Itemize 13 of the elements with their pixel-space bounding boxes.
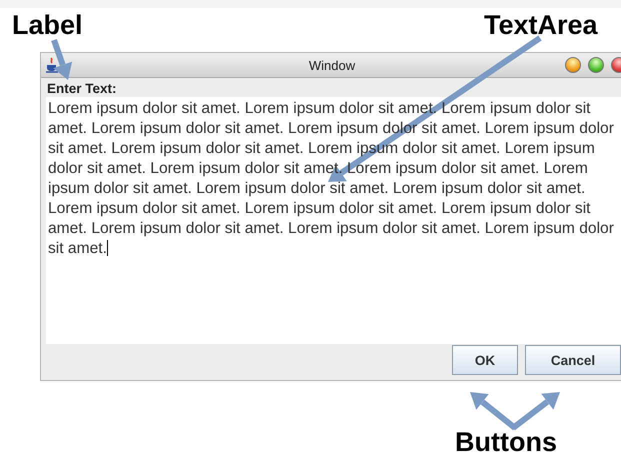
ok-button[interactable]: OK xyxy=(452,345,518,375)
annotation-arrow xyxy=(470,392,517,430)
annotation-arrow xyxy=(51,39,72,80)
cancel-button[interactable]: Cancel xyxy=(525,345,621,375)
coffee-cup-icon xyxy=(45,57,59,73)
window-title: Window xyxy=(308,58,356,72)
annotation-label: TextArea xyxy=(484,10,598,41)
annotation-label: Label xyxy=(12,10,83,41)
annotation-label: Buttons xyxy=(455,427,557,458)
minimize-button[interactable] xyxy=(565,57,581,73)
maximize-button[interactable] xyxy=(588,57,604,73)
field-label: Enter Text: xyxy=(47,81,117,96)
annotation-arrow xyxy=(511,392,560,430)
